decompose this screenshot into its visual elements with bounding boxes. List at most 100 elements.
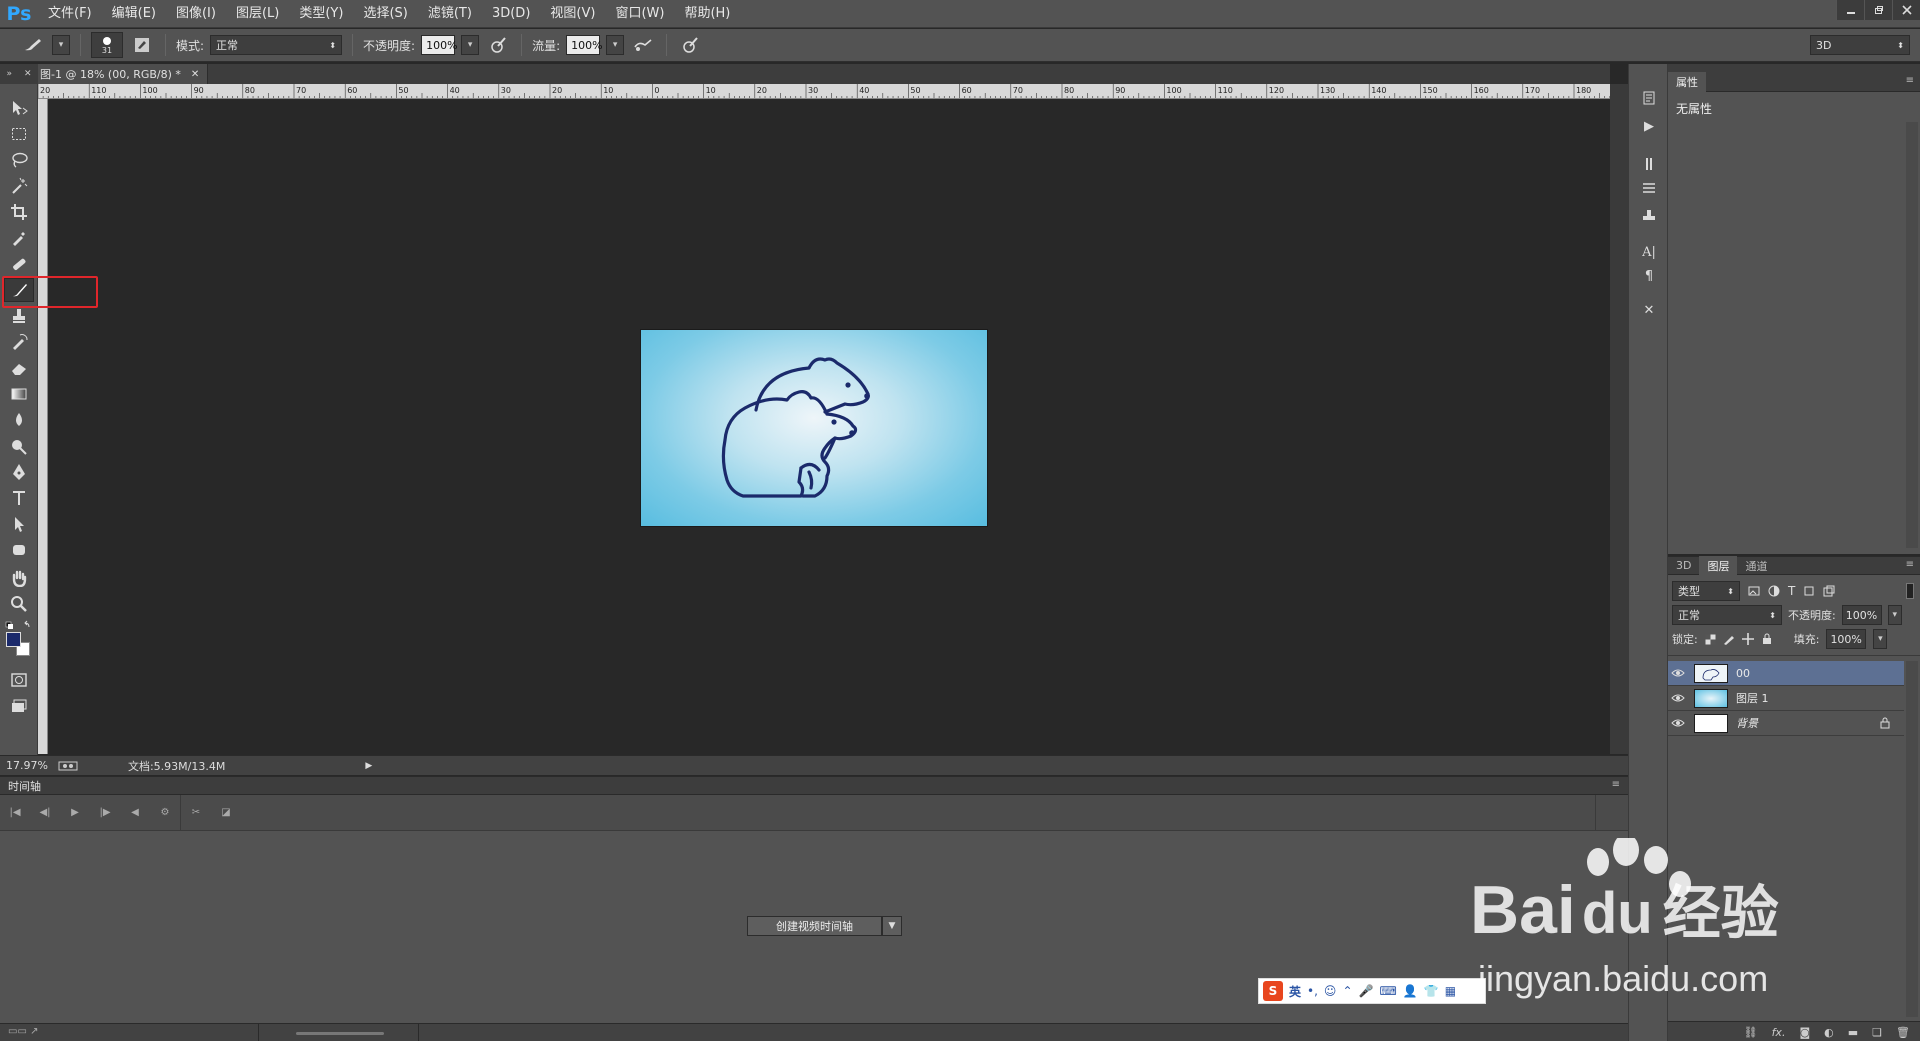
type-tool-icon[interactable] xyxy=(4,486,34,510)
brush-settings-icon[interactable] xyxy=(1639,178,1659,198)
ime-toolbar[interactable]: S 英 •, ☺ ⌃ 🎤 ⌨ 👤 👕 ▦ xyxy=(1258,978,1486,1004)
menu-3d[interactable]: 3D(D) xyxy=(482,0,540,28)
ime-grid-icon[interactable]: ▦ xyxy=(1445,984,1456,998)
ime-skin-icon[interactable]: 👕 xyxy=(1424,984,1439,998)
filter-pixel-icon[interactable] xyxy=(1748,585,1760,597)
ime-symbol-icon[interactable]: ⌃ xyxy=(1342,984,1352,998)
delete-layer-icon[interactable]: 🗑 xyxy=(1896,1026,1910,1039)
layers-scrollbar[interactable] xyxy=(1906,661,1918,1017)
status-info-icon[interactable] xyxy=(58,761,78,771)
tab-layers[interactable]: 图层 xyxy=(1699,555,1738,576)
magic-wand-tool-icon[interactable] xyxy=(4,174,34,198)
tab-channels[interactable]: 通道 xyxy=(1737,556,1775,576)
fx-icon[interactable]: fx. xyxy=(1772,1026,1786,1039)
fill-field[interactable]: 100% xyxy=(1826,629,1867,649)
link-layers-icon[interactable]: ⛓ xyxy=(1744,1026,1758,1039)
path-selection-tool-icon[interactable] xyxy=(4,512,34,536)
adjustment-layer-icon[interactable]: ◐ xyxy=(1824,1026,1834,1039)
color-swatches[interactable] xyxy=(6,632,32,658)
layer-row[interactable]: 背景 xyxy=(1668,711,1904,736)
pressure-size-icon[interactable] xyxy=(677,32,703,58)
menu-view[interactable]: 视图(V) xyxy=(540,0,605,28)
brush-presets-icon[interactable] xyxy=(1639,154,1659,174)
dodge-tool-icon[interactable] xyxy=(4,434,34,458)
blur-tool-icon[interactable] xyxy=(4,408,34,432)
eyedropper-tool-icon[interactable] xyxy=(4,226,34,250)
move-tool-icon[interactable] xyxy=(4,96,34,120)
menu-help[interactable]: 帮助(H) xyxy=(674,0,740,28)
layer-filter-select[interactable]: 类型 ⬍ xyxy=(1672,581,1740,601)
history-brush-tool-icon[interactable] xyxy=(4,330,34,354)
panel-collapse-icons[interactable]: » ✕ xyxy=(0,64,38,84)
quick-mask-icon[interactable] xyxy=(4,668,34,692)
first-frame-icon[interactable]: |◀ xyxy=(0,795,30,831)
tab-properties[interactable]: 属性 xyxy=(1668,71,1706,92)
visibility-eye-icon[interactable] xyxy=(1668,686,1688,711)
filter-adjustment-icon[interactable] xyxy=(1768,585,1780,597)
fill-dropdown-icon[interactable]: ▾ xyxy=(1873,629,1888,649)
lock-all-icon[interactable] xyxy=(1761,633,1773,645)
horizontal-ruler[interactable]: 20 110 100 90 80 70 60 50 40 30 20 10 0 10 20 30 40 50 60 7… xyxy=(38,84,1610,99)
panel-menu-icon[interactable]: ≡ xyxy=(1612,779,1620,790)
filter-smart-object-icon[interactable] xyxy=(1823,585,1835,597)
minimize-icon[interactable] xyxy=(1836,0,1864,20)
opacity-dropdown-icon[interactable]: ▾ xyxy=(461,35,480,55)
ime-user-icon[interactable]: 👤 xyxy=(1403,984,1418,998)
ime-punctuation-icon[interactable]: •, xyxy=(1307,984,1318,998)
add-mask-icon[interactable]: ◙ xyxy=(1799,1026,1810,1039)
paragraph-panel-icon[interactable]: ¶ xyxy=(1639,266,1659,286)
layer-row[interactable]: 图层 1 xyxy=(1668,686,1904,711)
filter-shape-icon[interactable] xyxy=(1803,585,1815,597)
menu-select[interactable]: 选择(S) xyxy=(353,0,417,28)
layer-row[interactable]: 00 xyxy=(1668,661,1904,686)
create-timeline-dropdown-icon[interactable]: ▼ xyxy=(882,916,902,936)
workspace-select[interactable]: 3D ⬍ xyxy=(1810,35,1910,55)
airbrush-icon[interactable] xyxy=(630,32,656,58)
settings-gear-icon[interactable]: ⚙ xyxy=(150,795,180,831)
ime-microphone-icon[interactable]: 🎤 xyxy=(1359,984,1374,998)
transition-icon[interactable]: ◪ xyxy=(211,795,241,831)
layer-name[interactable]: 背景 xyxy=(1736,715,1758,731)
actions-play-icon[interactable]: ▶ xyxy=(1639,116,1659,136)
audio-icon[interactable]: ◀ xyxy=(120,795,150,831)
gradient-tool-icon[interactable] xyxy=(4,382,34,406)
restore-icon[interactable] xyxy=(1864,0,1892,20)
tab-3d[interactable]: 3D xyxy=(1668,556,1699,576)
eraser-tool-icon[interactable] xyxy=(4,356,34,380)
panel-menu-icon[interactable]: ≡ xyxy=(1906,75,1914,86)
menu-edit[interactable]: 编辑(E) xyxy=(102,0,166,28)
visibility-eye-icon[interactable] xyxy=(1668,711,1688,736)
visibility-eye-icon[interactable] xyxy=(1668,661,1688,686)
prev-frame-icon[interactable]: ◀| xyxy=(30,795,60,831)
panel-menu-icon[interactable]: ≡ xyxy=(1906,559,1914,570)
blend-mode-select[interactable]: 正常 ⬍ xyxy=(1672,605,1782,625)
ime-language[interactable]: 英 xyxy=(1289,983,1301,1000)
brush-size-picker[interactable]: 31 xyxy=(91,32,123,58)
split-scissors-icon[interactable]: ✂ xyxy=(181,795,211,831)
timeline-footer-icons[interactable]: ▭▭ ↗ xyxy=(8,1026,38,1037)
menu-file[interactable]: 文件(F) xyxy=(38,0,102,28)
layer-opacity-dropdown-icon[interactable]: ▾ xyxy=(1887,605,1902,625)
tool-presets-icon[interactable]: ✕ xyxy=(1639,300,1659,320)
lock-pixels-icon[interactable] xyxy=(1723,633,1735,645)
new-group-icon[interactable]: ▬ xyxy=(1848,1026,1858,1039)
screen-mode-icon[interactable] xyxy=(4,694,34,718)
pen-tool-icon[interactable] xyxy=(4,460,34,484)
zoom-tool-icon[interactable] xyxy=(4,592,34,616)
tab-close-icon[interactable]: ✕ xyxy=(191,69,199,80)
healing-brush-tool-icon[interactable] xyxy=(4,252,34,276)
menu-window[interactable]: 窗口(W) xyxy=(605,0,674,28)
tool-preset-dropdown-icon[interactable]: ▾ xyxy=(52,35,70,55)
history-panel-icon[interactable] xyxy=(1639,88,1659,108)
lock-position-icon[interactable] xyxy=(1741,633,1754,645)
vertical-ruler[interactable] xyxy=(38,99,48,754)
layer-opacity-field[interactable]: 100% xyxy=(1841,605,1882,625)
menu-layer[interactable]: 图层(L) xyxy=(226,0,289,28)
menu-filter[interactable]: 滤镜(T) xyxy=(418,0,482,28)
opacity-field[interactable]: 100% xyxy=(421,35,458,55)
crop-tool-icon[interactable] xyxy=(4,200,34,224)
lock-transparent-icon[interactable] xyxy=(1705,634,1716,645)
layer-name[interactable]: 图层 1 xyxy=(1736,690,1769,706)
flow-field[interactable]: 100% xyxy=(566,35,603,55)
marquee-tool-icon[interactable] xyxy=(4,122,34,146)
